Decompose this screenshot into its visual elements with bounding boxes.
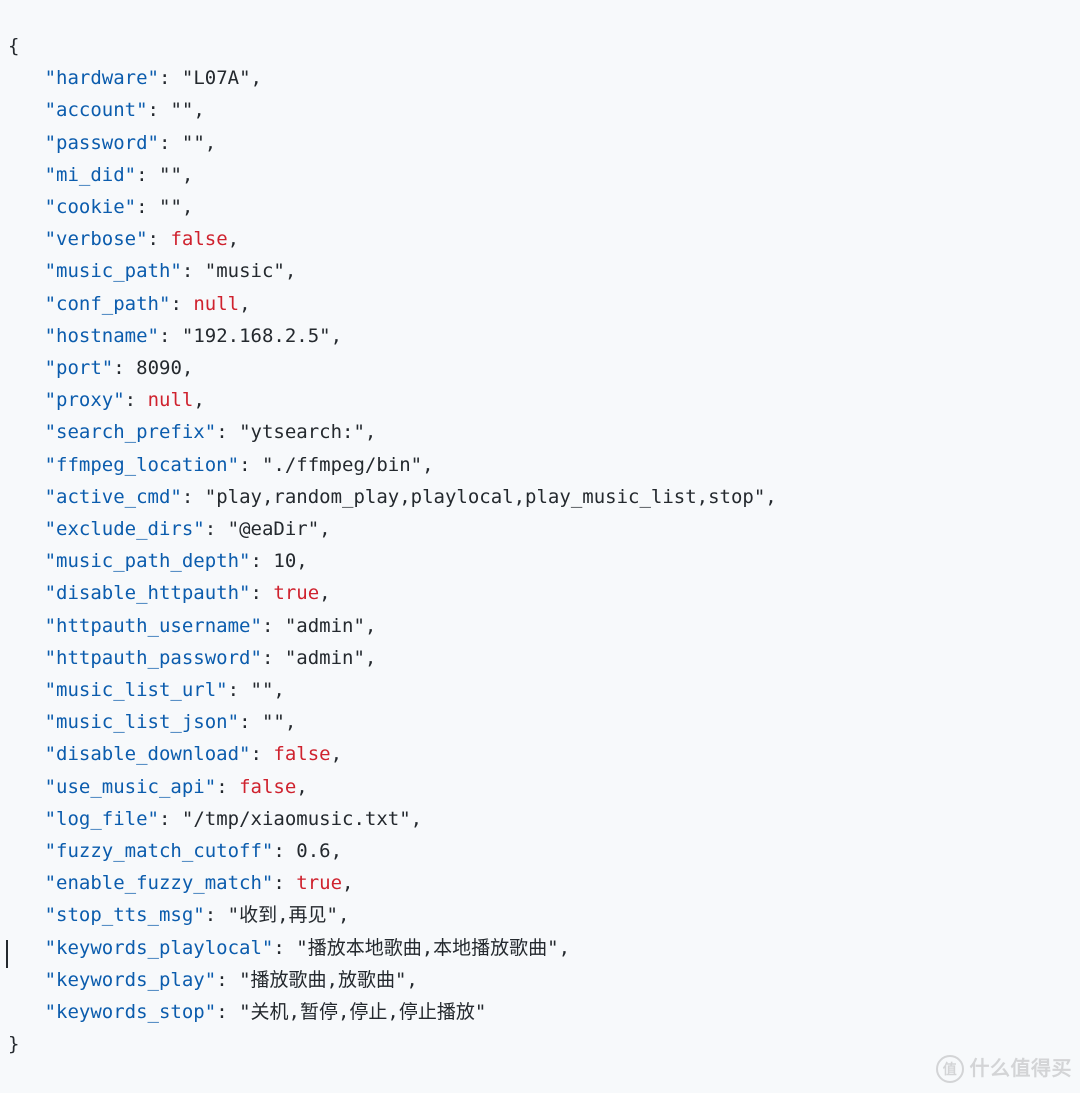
json-value: "/tmp/xiaomusic.txt" [182, 808, 411, 830]
text-cursor [6, 940, 8, 968]
brace-close: } [8, 1028, 1072, 1060]
config-line: "password": "", [8, 127, 1072, 159]
json-value: "ytsearch:" [239, 421, 365, 443]
json-value: "L07A" [182, 67, 251, 89]
svg-text:值: 值 [942, 1061, 957, 1077]
json-value: "" [170, 99, 193, 121]
config-line: "account": "", [8, 94, 1072, 126]
json-key: "keywords_play" [45, 969, 217, 991]
config-line: "httpauth_username": "admin", [8, 610, 1072, 642]
config-line: "log_file": "/tmp/xiaomusic.txt", [8, 803, 1072, 835]
config-line: "exclude_dirs": "@eaDir", [8, 513, 1072, 545]
json-key: "active_cmd" [45, 486, 182, 508]
json-value: "播放本地歌曲,本地播放歌曲" [296, 937, 558, 959]
json-value: "admin" [285, 647, 365, 669]
config-line: "port": 8090, [8, 352, 1072, 384]
json-key: "exclude_dirs" [45, 518, 205, 540]
config-line: "cookie": "", [8, 191, 1072, 223]
json-value: true [273, 582, 319, 604]
json-key: "password" [45, 132, 159, 154]
json-key: "httpauth_password" [45, 647, 262, 669]
json-code-block: {"hardware": "L07A","account": "","passw… [0, 0, 1080, 1061]
config-line: "music_path": "music", [8, 255, 1072, 287]
json-value: "play,random_play,playlocal,play_music_l… [205, 486, 766, 508]
config-line: "hostname": "192.168.2.5", [8, 320, 1072, 352]
json-key: "search_prefix" [45, 421, 217, 443]
config-line: "stop_tts_msg": "收到,再见", [8, 899, 1072, 931]
config-line: "use_music_api": false, [8, 771, 1072, 803]
config-line: "keywords_play": "播放歌曲,放歌曲", [8, 964, 1072, 996]
config-line: "httpauth_password": "admin", [8, 642, 1072, 674]
json-key: "cookie" [45, 196, 137, 218]
config-line: "active_cmd": "play,random_play,playloca… [8, 481, 1072, 513]
json-value: "" [251, 679, 274, 701]
json-key: "httpauth_username" [45, 615, 262, 637]
watermark-text: 什么值得买 [970, 1053, 1073, 1085]
config-line: "search_prefix": "ytsearch:", [8, 416, 1072, 448]
json-key: "hardware" [45, 67, 159, 89]
config-line: "music_list_url": "", [8, 674, 1072, 706]
json-value: "@eaDir" [228, 518, 320, 540]
json-value: "192.168.2.5" [182, 325, 331, 347]
json-value: "" [262, 711, 285, 733]
json-key: "port" [45, 357, 114, 379]
json-value: "" [159, 196, 182, 218]
json-key: "music_list_json" [45, 711, 239, 733]
json-value: "./ffmpeg/bin" [262, 454, 422, 476]
json-value: true [296, 872, 342, 894]
json-value: "播放歌曲,放歌曲" [239, 969, 406, 991]
json-key: "hostname" [45, 325, 159, 347]
json-value: false [239, 776, 296, 798]
json-value: 0.6 [296, 840, 330, 862]
config-line: "disable_httpauth": true, [8, 577, 1072, 609]
json-key: "keywords_stop" [45, 1001, 217, 1023]
config-line: "enable_fuzzy_match": true, [8, 867, 1072, 899]
config-line: "proxy": null, [8, 384, 1072, 416]
brace-open: { [8, 30, 1072, 62]
watermark: 值 什么值得买 [936, 1053, 1073, 1085]
json-key: "keywords_playlocal" [45, 937, 274, 959]
json-value: null [148, 389, 194, 411]
json-key: "fuzzy_match_cutoff" [45, 840, 274, 862]
json-value: "" [159, 164, 182, 186]
json-key: "music_path" [45, 260, 182, 282]
json-value: null [193, 293, 239, 315]
json-key: "proxy" [45, 389, 125, 411]
config-line: "fuzzy_match_cutoff": 0.6, [8, 835, 1072, 867]
json-key: "enable_fuzzy_match" [45, 872, 274, 894]
json-key: "verbose" [45, 228, 148, 250]
json-value: 10 [273, 550, 296, 572]
config-line: "disable_download": false, [8, 738, 1072, 770]
watermark-icon: 值 [936, 1055, 964, 1083]
json-value: 8090 [136, 357, 182, 379]
json-value: "关机,暂停,停止,停止播放" [239, 1001, 486, 1023]
json-key: "account" [45, 99, 148, 121]
json-key: "use_music_api" [45, 776, 217, 798]
json-key: "ffmpeg_location" [45, 454, 239, 476]
json-key: "disable_httpauth" [45, 582, 251, 604]
json-key: "music_list_url" [45, 679, 228, 701]
json-value: "收到,再见" [228, 904, 338, 926]
json-key: "mi_did" [45, 164, 137, 186]
config-line: "verbose": false, [8, 223, 1072, 255]
config-line: "keywords_playlocal": "播放本地歌曲,本地播放歌曲", [8, 932, 1072, 964]
json-key: "disable_download" [45, 743, 251, 765]
json-key: "conf_path" [45, 293, 171, 315]
json-value: "music" [205, 260, 285, 282]
json-key: "stop_tts_msg" [45, 904, 205, 926]
config-line: "conf_path": null, [8, 288, 1072, 320]
json-value: false [273, 743, 330, 765]
config-line: "keywords_stop": "关机,暂停,停止,停止播放" [8, 996, 1072, 1028]
config-line: "ffmpeg_location": "./ffmpeg/bin", [8, 449, 1072, 481]
config-line: "music_path_depth": 10, [8, 545, 1072, 577]
json-value: "admin" [285, 615, 365, 637]
json-key: "music_path_depth" [45, 550, 251, 572]
json-key: "log_file" [45, 808, 159, 830]
json-value: "" [182, 132, 205, 154]
config-line: "hardware": "L07A", [8, 62, 1072, 94]
json-value: false [170, 228, 227, 250]
config-line: "music_list_json": "", [8, 706, 1072, 738]
config-line: "mi_did": "", [8, 159, 1072, 191]
